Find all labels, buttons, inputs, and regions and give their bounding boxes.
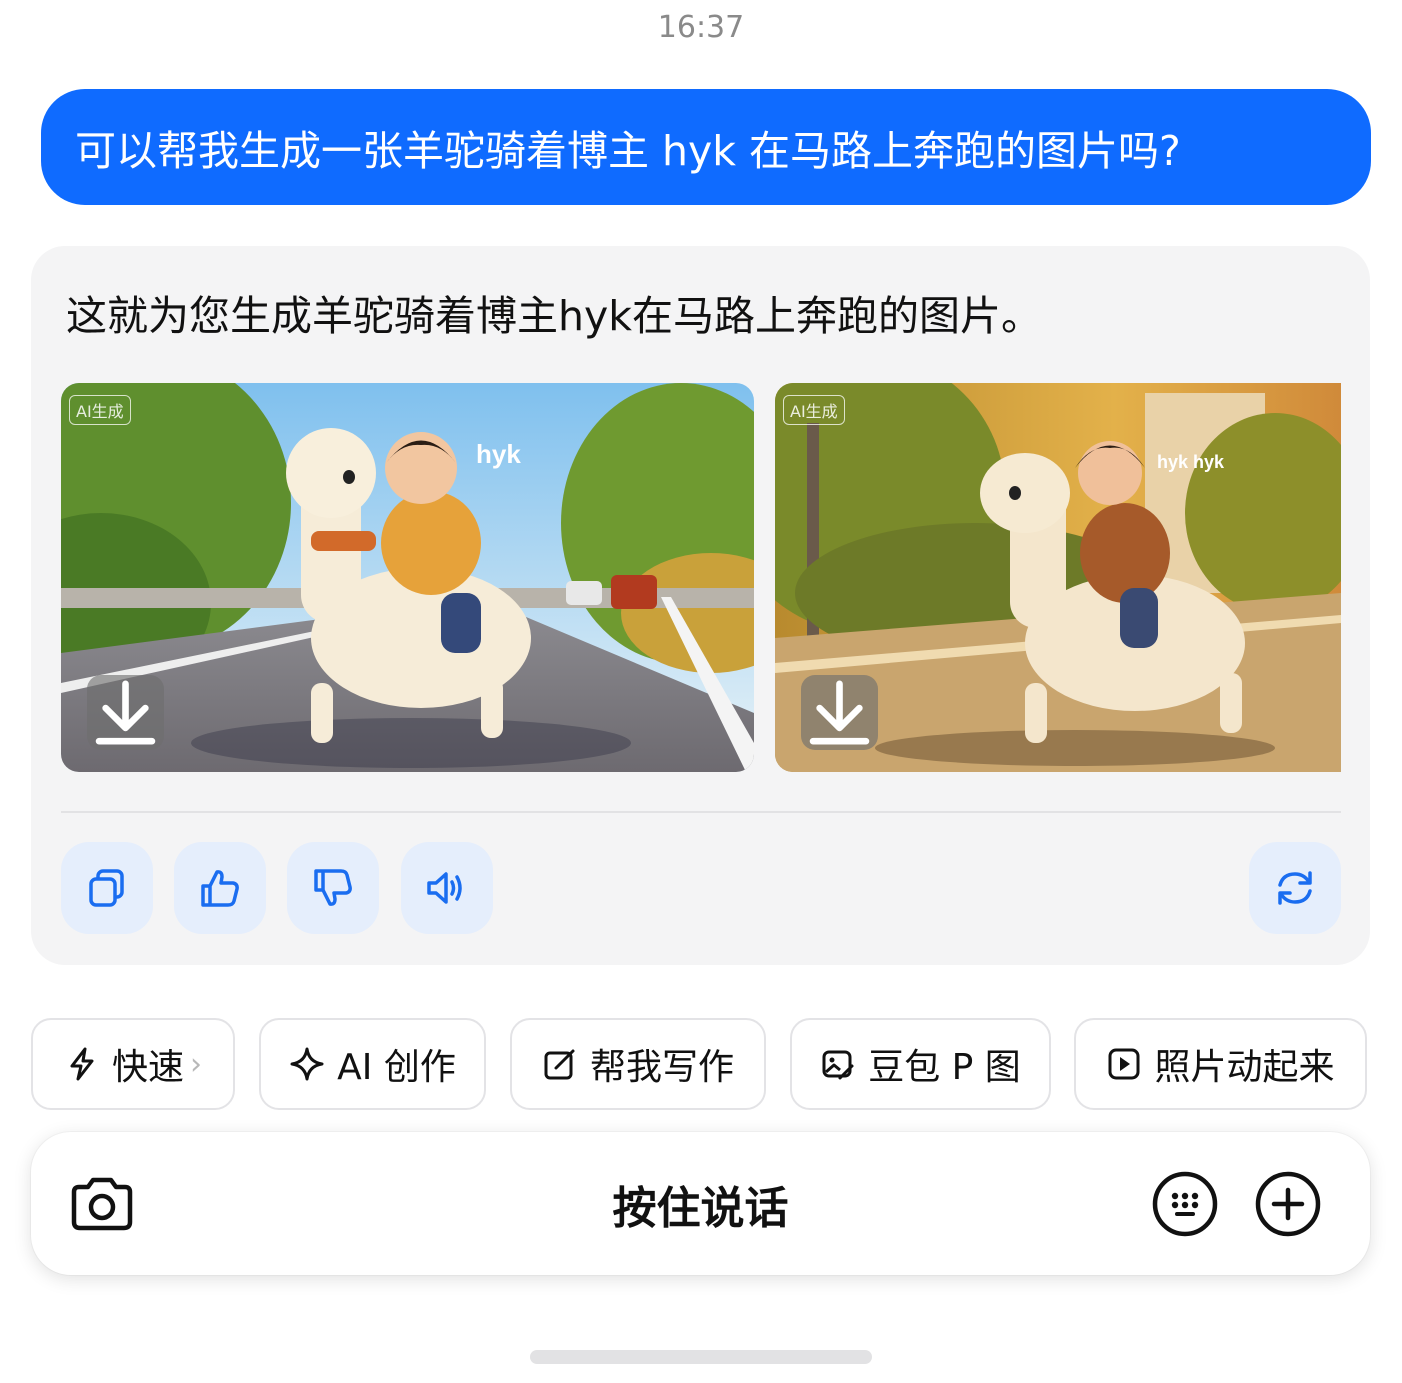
- generated-image-2[interactable]: hyk hyk AI生成: [775, 383, 1341, 772]
- regenerate-icon: [1278, 871, 1312, 905]
- download-button[interactable]: [87, 675, 164, 750]
- voice-input-bar: 按住说话: [31, 1132, 1370, 1275]
- dislike-button[interactable]: [287, 842, 379, 934]
- copy-icon: [89, 869, 124, 907]
- user-message-bubble[interactable]: 可以帮我生成一张羊驼骑着博主 hyk 在马路上奔跑的图片吗?: [41, 89, 1371, 205]
- chip-ai-create[interactable]: AI 创作: [259, 1018, 486, 1110]
- thumbs-down-icon: [314, 869, 352, 906]
- sparkle-icon: [290, 1047, 324, 1081]
- play-icon: [1108, 1048, 1140, 1080]
- hold-to-talk-label: 按住说话: [612, 1182, 789, 1234]
- image-caption-1: hyk: [476, 439, 521, 469]
- message-timestamp: 16:37: [657, 10, 745, 45]
- keyboard-icon: [1152, 1171, 1218, 1237]
- camera-button[interactable]: [68, 1170, 136, 1238]
- chip-doubao-p-image[interactable]: 豆包 P 图: [790, 1018, 1051, 1110]
- image-edit-icon: [822, 1050, 854, 1080]
- regenerate-button[interactable]: [1249, 842, 1341, 934]
- chip-label: 帮我写作: [589, 1047, 734, 1088]
- chip-animate-photo[interactable]: 照片动起来: [1074, 1018, 1367, 1110]
- download-icon: [95, 680, 156, 745]
- ai-generated-tag: AI生成: [783, 395, 845, 425]
- llama-illustration-1: hyk: [61, 383, 754, 772]
- download-button[interactable]: [801, 675, 878, 750]
- assistant-message-text: 这就为您生成羊驼骑着博主hyk在马路上奔跑的图片。: [66, 292, 1042, 340]
- keyboard-button[interactable]: [1151, 1170, 1219, 1238]
- speaker-icon: [427, 872, 462, 904]
- chip-fast-mode[interactable]: 快速 ›: [31, 1018, 235, 1110]
- assistant-reply-card: 这就为您生成羊驼骑着博主hyk在马路上奔跑的图片。 hyk AI生成 hyk h…: [31, 246, 1370, 965]
- chat-screen: 16:37 可以帮我生成一张羊驼骑着博主 hyk 在马路上奔跑的图片吗? 这就为…: [0, 0, 1402, 1383]
- card-divider: [61, 811, 1341, 813]
- like-button[interactable]: [174, 842, 266, 934]
- chip-label: 快速: [111, 1047, 184, 1088]
- chip-label: 豆包 P 图: [868, 1047, 1021, 1088]
- home-indicator[interactable]: [530, 1350, 872, 1364]
- thumbs-up-icon: [201, 870, 239, 907]
- download-icon: [809, 680, 870, 745]
- copy-button[interactable]: [61, 842, 153, 934]
- chevron-right-icon: ›: [190, 1046, 202, 1082]
- user-message-text: 可以帮我生成一张羊驼骑着博主 hyk 在马路上奔跑的图片吗?: [75, 127, 1181, 175]
- add-button[interactable]: [1254, 1170, 1322, 1238]
- generated-image-1[interactable]: hyk AI生成: [61, 383, 754, 772]
- edit-icon: [544, 1049, 575, 1080]
- ai-generated-tag: AI生成: [69, 395, 131, 425]
- add-icon: [1255, 1171, 1321, 1237]
- chip-label: AI 创作: [337, 1047, 456, 1088]
- chip-help-write[interactable]: 帮我写作: [510, 1018, 766, 1110]
- image-caption-2: hyk hyk: [1157, 452, 1225, 472]
- camera-icon: [71, 1177, 133, 1231]
- read-aloud-button[interactable]: [401, 842, 493, 934]
- lightning-icon: [70, 1047, 94, 1081]
- chip-label: 照片动起来: [1154, 1047, 1335, 1088]
